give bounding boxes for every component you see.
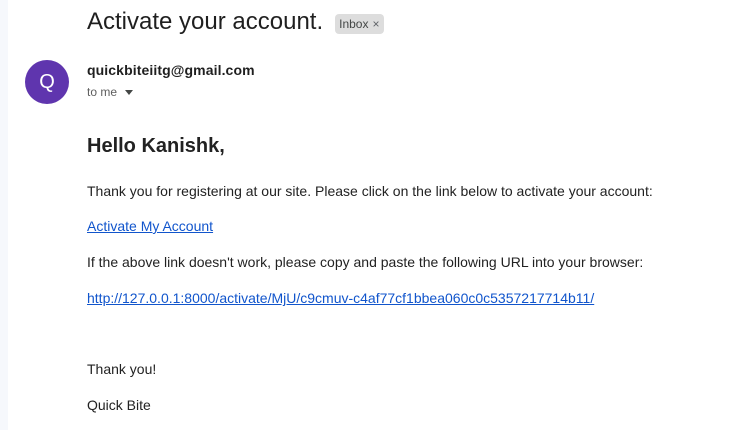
- activation-url-link[interactable]: http://127.0.0.1:8000/activate/MjU/c9cmu…: [87, 290, 594, 306]
- recipient-line[interactable]: to me: [87, 85, 134, 99]
- sender-address[interactable]: quickbiteiitg@gmail.com: [87, 62, 255, 78]
- label-text: Inbox: [339, 17, 369, 31]
- email-subject: Activate your account.: [87, 8, 324, 35]
- greeting: Hello Kanishk,: [87, 135, 225, 157]
- subject-row: Activate your account. Inbox ×: [87, 6, 384, 38]
- inbox-label-chip[interactable]: Inbox ×: [335, 14, 384, 34]
- thanks-text: Thank you!: [87, 361, 157, 377]
- activate-account-link[interactable]: Activate My Account: [87, 218, 213, 234]
- close-icon[interactable]: ×: [372, 17, 379, 31]
- recipient-text: to me: [87, 85, 118, 99]
- avatar[interactable]: Q: [25, 60, 69, 104]
- intro-text: Thank you for registering at our site. P…: [87, 183, 653, 199]
- chevron-down-icon[interactable]: [125, 90, 134, 95]
- activate-link-wrapper: Activate My Account: [87, 218, 213, 234]
- avatar-letter: Q: [39, 70, 55, 93]
- fallback-text: If the above link doesn't work, please c…: [87, 254, 644, 270]
- left-rail: [0, 0, 8, 430]
- activation-url-wrapper: http://127.0.0.1:8000/activate/MjU/c9cmu…: [87, 290, 594, 306]
- signature: Quick Bite: [87, 397, 151, 413]
